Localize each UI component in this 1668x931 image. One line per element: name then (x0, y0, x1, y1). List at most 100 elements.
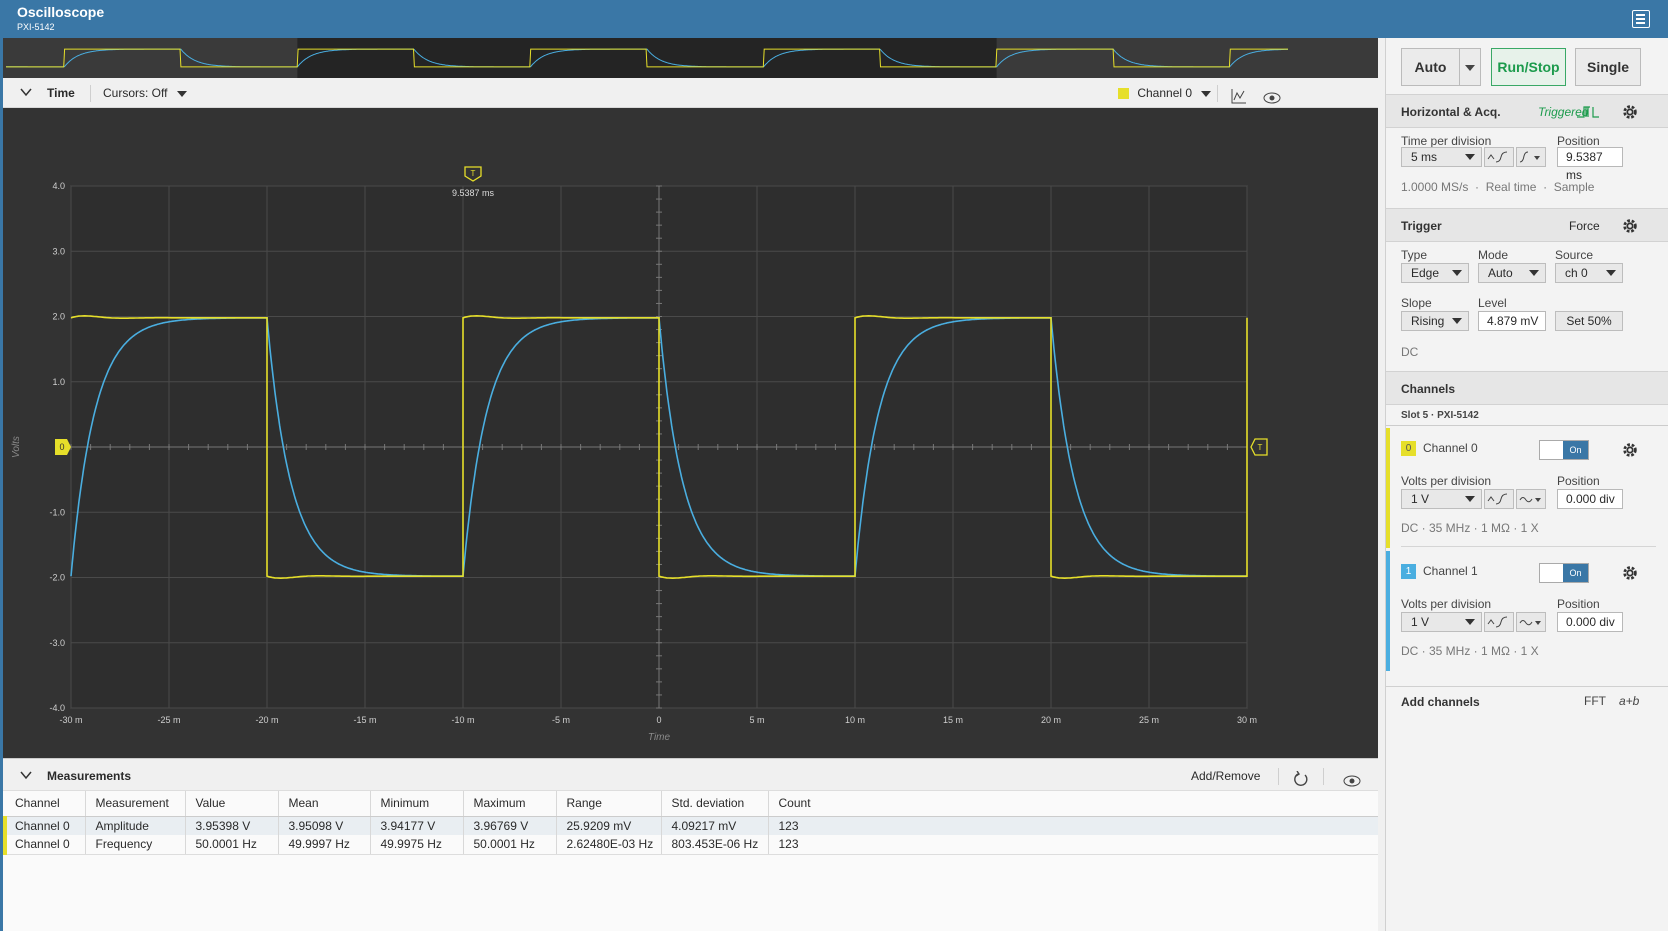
type-label: Type (1401, 248, 1428, 262)
graph-area[interactable]: 4.0 3.0 2.0 1.0 0 -1.0 -2.0 -3.0 -4.0 -30 m -25 m -… (3, 108, 1378, 758)
trigger-type-select[interactable]: Edge (1401, 263, 1469, 283)
single-button[interactable]: Single (1575, 48, 1641, 86)
volts-per-division-select[interactable]: 1 V (1401, 489, 1482, 509)
add-channels-button[interactable]: Add channels (1401, 695, 1480, 709)
trigger-slope-value: Rising (1411, 314, 1445, 328)
time-per-division-select[interactable]: 5 ms (1401, 147, 1482, 167)
channel-index-badge: 1 (1401, 564, 1416, 579)
chart-icon[interactable] (1231, 85, 1247, 104)
waveform-overview[interactable] (3, 38, 1378, 78)
device-name: PXI-5142 (17, 22, 55, 32)
cell-std-deviation: 4.09217 mV (661, 816, 769, 835)
column-header[interactable]: Mean (278, 791, 371, 817)
eye-icon[interactable] (1263, 86, 1281, 104)
divider (1401, 546, 1656, 547)
chevron-down-icon (1465, 619, 1475, 625)
channel-0-toggle[interactable]: On (1539, 440, 1589, 460)
channel-dropdown[interactable]: Channel 0 (1118, 78, 1212, 108)
y-tick-label: -3.0 (49, 638, 65, 648)
collapse-chevron-icon[interactable] (20, 761, 32, 791)
cell-minimum: 49.9975 Hz (370, 835, 464, 855)
coupling-dropdown-icon[interactable] (1516, 612, 1546, 632)
cell-channel: Channel 0 (3, 816, 86, 835)
divider (1217, 85, 1218, 102)
fft-button[interactable]: FFT (1584, 694, 1606, 708)
measurements-table: Channel Measurement Value Mean Minimum M… (3, 791, 1378, 931)
table-row[interactable]: Channel 0 Amplitude 3.95398 V 3.95098 V … (3, 816, 1378, 835)
gear-icon[interactable] (1621, 441, 1639, 459)
cursors-dropdown[interactable]: Cursors: Off (103, 78, 187, 108)
tpd-value: 5 ms (1411, 150, 1438, 164)
gear-icon[interactable] (1621, 103, 1639, 121)
timebase-dropdown-icon[interactable] (1516, 147, 1546, 167)
channel-position-input[interactable]: 0.000 div (1557, 489, 1623, 509)
vpd-value: 1 V (1411, 615, 1430, 629)
auto-button[interactable]: Auto (1401, 48, 1459, 86)
position-label: Position (1557, 597, 1600, 611)
x-tick-label: -20 m (255, 715, 278, 725)
force-trigger-button[interactable]: Force (1569, 219, 1600, 233)
cell-measurement: Amplitude (85, 816, 186, 835)
column-header[interactable]: Channel (5, 791, 86, 817)
cell-maximum: 50.0001 Hz (463, 835, 557, 855)
trigger-title: Trigger (1401, 219, 1442, 233)
sampling-type: Sample (1553, 180, 1595, 194)
divider (1323, 768, 1324, 785)
reset-icon[interactable] (1293, 768, 1309, 786)
trigger-section-header: Trigger Force (1386, 208, 1668, 242)
column-header[interactable]: Count (768, 791, 1378, 817)
zero-marker-label: 0 (59, 442, 64, 452)
table-row[interactable]: Channel 0 Frequency 50.0001 Hz 49.9997 H… (3, 835, 1378, 855)
settings-panel: Auto Run/Stop Single Horizontal & Acq. T… (1385, 38, 1668, 931)
gear-icon[interactable] (1621, 564, 1639, 582)
vertical-scale-icon[interactable] (1484, 612, 1514, 632)
timebase-increase-icon[interactable] (1484, 147, 1514, 167)
title-bar: Oscilloscope PXI-5142 (0, 0, 1668, 38)
toggle-state: On (1563, 564, 1588, 582)
column-header[interactable]: Minimum (370, 791, 464, 817)
eye-icon[interactable] (1343, 769, 1361, 787)
trigger-mode-select[interactable]: Auto (1478, 263, 1546, 283)
menu-icon[interactable] (1632, 10, 1650, 28)
horizontal-title: Horizontal & Acq. (1401, 105, 1501, 119)
x-tick-label: -15 m (353, 715, 376, 725)
y-axis-label: Volts (11, 436, 22, 458)
display-area: Time Cursors: Off Channel 0 4.0 3.0 2.0 1.0… (0, 38, 1378, 931)
position-input[interactable]: 9.5387 ms (1557, 147, 1623, 182)
collapse-chevron-icon[interactable] (20, 78, 32, 108)
channel-position-input[interactable]: 0.000 div (1557, 612, 1623, 632)
trigger-slope-select[interactable]: Rising (1401, 311, 1469, 331)
cell-count: 123 (768, 835, 1378, 855)
trigger-time-label: 9.5387 ms (452, 188, 495, 198)
x-tick-label: -10 m (451, 715, 474, 725)
source-label: Source (1555, 248, 1594, 262)
vertical-scale-icon[interactable] (1484, 489, 1514, 509)
column-header[interactable]: Measurement (85, 791, 186, 817)
set-50-button[interactable]: Set 50% (1555, 311, 1623, 331)
y-tick-label: -2.0 (49, 573, 65, 583)
channel-label: Channel 0 (1137, 86, 1193, 100)
trigger-source-select[interactable]: ch 0 (1555, 263, 1623, 283)
x-tick-label: 5 m (749, 715, 764, 725)
column-header[interactable]: Std. deviation (661, 791, 769, 817)
coupling-dropdown-icon[interactable] (1516, 489, 1546, 509)
run-stop-button[interactable]: Run/Stop (1491, 48, 1566, 86)
toggle-state: On (1563, 441, 1588, 459)
trigger-level-input[interactable]: 4.879 mV (1478, 311, 1546, 331)
column-header[interactable]: Range (556, 791, 662, 817)
volts-per-division-select[interactable]: 1 V (1401, 612, 1482, 632)
gear-icon[interactable] (1621, 217, 1639, 235)
add-remove-button[interactable]: Add/Remove (1191, 761, 1260, 791)
x-tick-label: 10 m (845, 715, 865, 725)
time-toolbar: Time Cursors: Off Channel 0 (3, 78, 1378, 108)
auto-dropdown-button[interactable] (1459, 48, 1481, 86)
math-button[interactable]: a+b (1619, 694, 1639, 708)
trigger-coupling: DC (1401, 345, 1419, 359)
column-header[interactable]: Maximum (463, 791, 557, 817)
horizontal-section-header: Horizontal & Acq. Triggered (1386, 94, 1668, 128)
acquisition-info: 1.0000 MS/s · Real time · Sample (1401, 180, 1595, 194)
channel-1-toggle[interactable]: On (1539, 563, 1589, 583)
column-header[interactable]: Value (185, 791, 279, 817)
chevron-down-icon (1452, 318, 1462, 324)
divider (1386, 425, 1668, 426)
